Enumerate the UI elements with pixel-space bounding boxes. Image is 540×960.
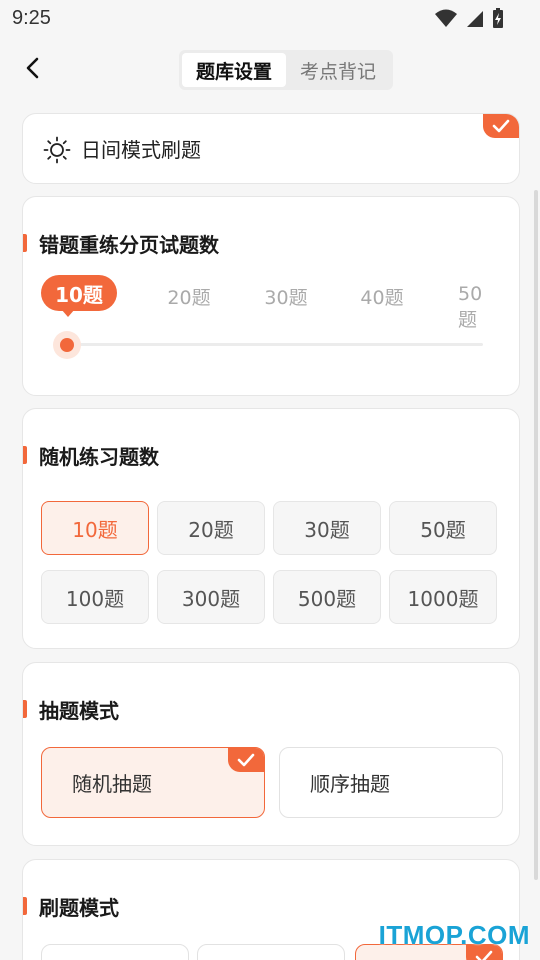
draw-mode-card: 抽题模式 随机抽题 顺序抽题 [22, 662, 520, 846]
status-time: 9:25 [12, 6, 51, 29]
day-mode-check-badge [483, 114, 519, 138]
section-marker [23, 446, 27, 464]
wrong-practice-card: 错题重练分页试题数 20题 30题 40题 50题 10题 [22, 196, 520, 396]
section-marker [23, 897, 27, 915]
slider-track[interactable] [67, 343, 483, 346]
option-10[interactable]: 10题 [41, 501, 149, 555]
draw-option-sequential[interactable]: 顺序抽题 [279, 747, 503, 818]
option-50[interactable]: 50题 [389, 501, 497, 555]
option-100[interactable]: 100题 [41, 570, 149, 624]
back-arrow-icon [26, 57, 39, 79]
status-icons [434, 8, 504, 28]
section-marker [23, 234, 27, 252]
brush-option[interactable] [41, 944, 189, 960]
section-marker [23, 700, 27, 718]
draw-option-check-badge [228, 748, 264, 772]
watermark-logo: ITMOP.COM [378, 920, 530, 950]
check-icon [237, 753, 255, 767]
wrong-practice-title: 错题重练分页试题数 [39, 233, 219, 257]
wifi-icon [435, 9, 457, 27]
slider-value-bubble: 10题 [41, 275, 117, 311]
scale-option-50[interactable]: 50题 [458, 283, 500, 332]
top-bar: 题库设置 考点背记 [0, 40, 540, 100]
scrollbar[interactable] [534, 190, 538, 880]
day-mode-label: 日间模式刷题 [81, 138, 201, 162]
draw-mode-title: 抽题模式 [39, 699, 119, 723]
check-icon [492, 119, 510, 133]
battery-icon [493, 8, 503, 28]
option-500[interactable]: 500题 [273, 570, 381, 624]
tab-question-bank-settings[interactable]: 题库设置 [182, 53, 286, 87]
bubble-tail [61, 309, 75, 317]
scale-option-20[interactable]: 20题 [167, 283, 210, 310]
draw-option-sequential-label: 顺序抽题 [310, 772, 390, 796]
slider-thumb[interactable] [60, 338, 74, 352]
draw-option-random-label: 随机抽题 [72, 772, 152, 796]
option-30[interactable]: 30题 [273, 501, 381, 555]
tab-key-points-memorize[interactable]: 考点背记 [286, 53, 390, 87]
brush-option[interactable] [197, 944, 345, 960]
brush-mode-title: 刷题模式 [39, 896, 119, 920]
day-mode-card[interactable]: 日间模式刷题 [22, 113, 520, 184]
random-practice-card: 随机练习题数 10题 20题 30题 50题 100题 300题 500题 10… [22, 408, 520, 649]
option-1000[interactable]: 1000题 [389, 570, 497, 624]
option-20[interactable]: 20题 [157, 501, 265, 555]
signal-icon [467, 11, 483, 27]
header-tabs: 题库设置 考点背记 [179, 50, 393, 90]
back-button[interactable] [18, 52, 50, 84]
option-300[interactable]: 300题 [157, 570, 265, 624]
scale-option-40[interactable]: 40题 [360, 283, 403, 310]
random-practice-title: 随机练习题数 [39, 445, 159, 469]
status-bar: 9:25 [0, 0, 540, 36]
draw-option-random[interactable]: 随机抽题 [41, 747, 265, 818]
check-icon [475, 950, 493, 960]
scale-option-30[interactable]: 30题 [264, 283, 307, 310]
sun-icon [43, 136, 71, 164]
